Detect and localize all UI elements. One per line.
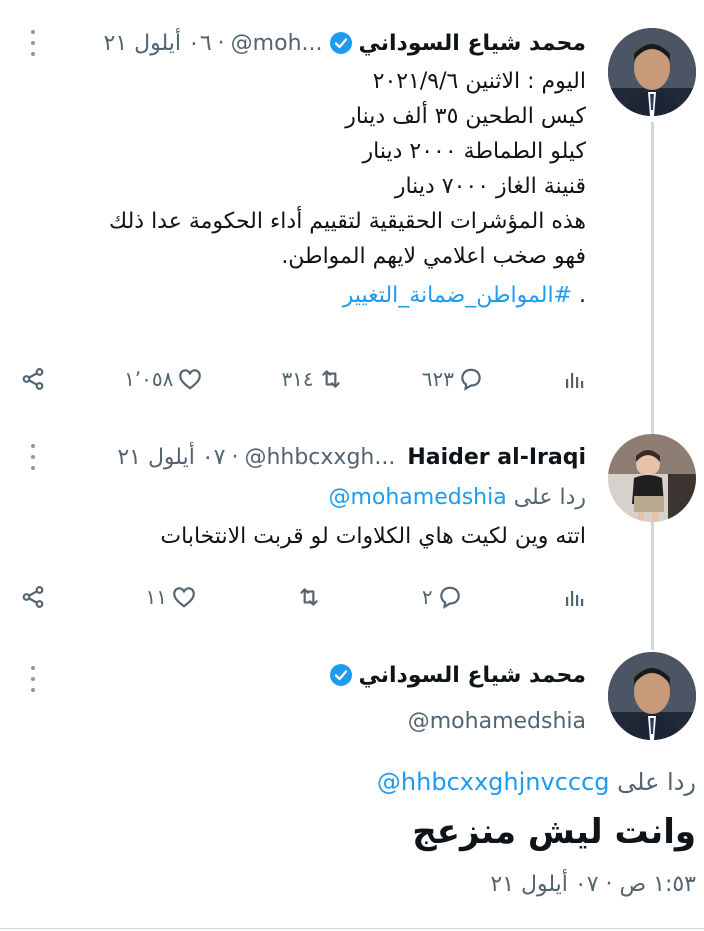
reply-button[interactable]: ٦٢٣ (422, 366, 484, 392)
retweet-icon (300, 588, 319, 606)
hashtag-line: . #المواطن_ضمانة_التغيير (16, 278, 586, 313)
author-handle[interactable]: @mohamedshia (408, 709, 586, 734)
share-icon (22, 586, 44, 608)
retweet-icon (322, 370, 340, 388)
tweet-text: اليوم : الاثنين ٢٠٢١/٩/٦ كيس الطحين ٣٥ أ… (16, 64, 586, 313)
like-icon (179, 369, 202, 390)
like-button[interactable]: ١٬٠٥٨ (124, 366, 203, 392)
reply-count: ٦٢٣ (421, 367, 454, 391)
retweet-button[interactable]: ٣١٤ (281, 366, 343, 392)
reply-to-mention[interactable]: @mohamedshia (328, 485, 506, 510)
avatar[interactable] (608, 434, 696, 522)
text-line: كيس الطحين ٣٥ ألف دينار (345, 104, 586, 129)
analytics-button[interactable] (562, 585, 586, 609)
text-line: كيلو الطماطة ٢٠٠٠ دينار (362, 139, 587, 164)
text-line: فهو صخب اعلامي لايهم المواطن. (281, 244, 586, 269)
verified-icon (329, 31, 353, 55)
author-handle[interactable]: @moh... (231, 31, 323, 56)
like-icon (173, 587, 195, 608)
tweet-header: Haider al-Iraqi @hhbcxxgh... · ٠٧ أيلول … (20, 440, 586, 474)
tweet-3-focused: محمد شياع السوداني @mohamedshia ردا على … (0, 640, 704, 931)
reply-to-label: ردا على (617, 768, 696, 796)
reply-to-label: ردا على (513, 485, 586, 510)
author-name[interactable]: محمد شياع السوداني (359, 31, 587, 56)
like-count: ١٬٠٥٨ (124, 367, 174, 391)
author-name[interactable]: محمد شياع السوداني (359, 663, 587, 688)
divider (0, 928, 704, 929)
reply-icon (461, 368, 481, 391)
author-handle[interactable]: @hhbcxxgh... (244, 445, 395, 470)
share-button[interactable] (20, 584, 46, 610)
reply-button[interactable]: ٢ (422, 584, 463, 610)
tweet-text: وانت ليش منزعج (412, 812, 696, 852)
like-count: ١١ (145, 585, 167, 609)
tweet-text: ردا على @mohamedshia اتته وين لكيت هاي ا… (16, 480, 586, 554)
text-line: هذه المؤشرات الحقيقية لتقييم أداء الحكوم… (109, 209, 586, 234)
more-icon[interactable] (28, 30, 38, 56)
share-icon (22, 368, 44, 390)
text-line: قنينة الغاز ٧٠٠٠ دينار (394, 174, 586, 199)
more-icon[interactable] (28, 444, 38, 470)
separator-dot: · (217, 30, 225, 56)
analytics-icon (566, 591, 584, 606)
tweet-actions: ٢ ١١ (20, 582, 586, 612)
tweet-timestamp[interactable]: ١:٥٣ ص · ٠٧ أيلول ٢١ (490, 872, 696, 897)
hashtag-link[interactable]: #المواطن_ضمانة_التغيير (343, 283, 572, 308)
separator-dot: · (231, 444, 239, 470)
share-button[interactable] (20, 366, 46, 392)
tweet-date[interactable]: ٠٦ أيلول ٢١ (104, 31, 212, 56)
avatar[interactable] (608, 28, 696, 116)
tweet-actions: ٦٢٣ ٣١٤ ١٬٠٥٨ (20, 364, 586, 394)
tweet-header: محمد شياع السوداني @moh... · ٠٦ أيلول ٢١ (20, 26, 586, 60)
handle-row: @mohamedshia (20, 704, 586, 738)
analytics-button[interactable] (562, 367, 586, 391)
reply-to: ردا على @mohamedshia (16, 480, 586, 515)
reply-count: ٢ (421, 585, 433, 609)
author-name[interactable]: Haider al-Iraqi (407, 445, 586, 470)
retweet-count: ٣١٤ (281, 367, 314, 391)
verified-icon (329, 663, 353, 687)
analytics-icon (566, 373, 584, 388)
tweet-2[interactable]: Haider al-Iraqi @hhbcxxgh... · ٠٧ أيلول … (0, 420, 704, 640)
tweet-header: محمد شياع السوداني (20, 658, 586, 692)
reply-icon (439, 586, 460, 609)
reply-to-mention[interactable]: @hhbcxxghjnvcccg (377, 768, 610, 796)
text-line: اتته وين لكيت هاي الكلاوات لو قربت الانت… (160, 524, 586, 549)
avatar[interactable] (608, 652, 696, 740)
hashtag-prefix: . (572, 283, 586, 308)
more-icon[interactable] (28, 666, 38, 692)
text-line: اليوم : الاثنين ٢٠٢١/٩/٦ (372, 69, 586, 94)
tweet-date[interactable]: ٠٧ أيلول ٢١ (117, 445, 225, 470)
retweet-button[interactable] (296, 584, 322, 610)
like-button[interactable]: ١١ (145, 584, 196, 610)
reply-to: ردا على @hhbcxxghjnvcccg (377, 768, 696, 796)
tweet-1[interactable]: محمد شياع السوداني @moh... · ٠٦ أيلول ٢١… (0, 0, 704, 420)
